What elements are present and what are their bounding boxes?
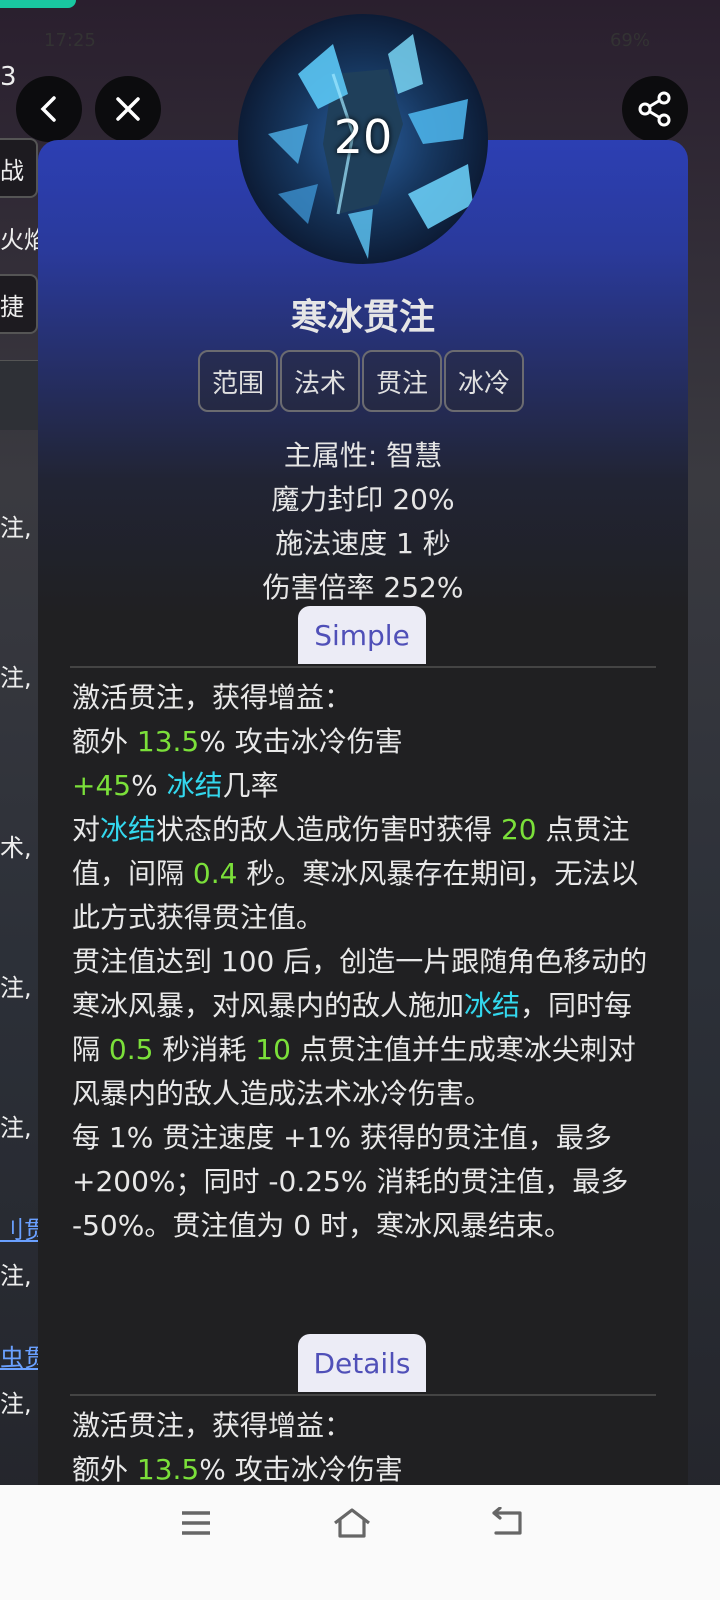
desc-line: 额外 13.5% 攻击冰冷伤害 — [72, 725, 403, 758]
home-icon — [334, 1508, 370, 1538]
skill-tag: 冰冷 — [444, 350, 524, 412]
back-nav-button[interactable] — [478, 1506, 538, 1547]
desc-paragraph: 贯注值达到 100 后，创造一片跟随角色移动的寒冰风暴，对风暴内的敌人施加冰结，… — [72, 945, 648, 1110]
sidebar-item[interactable]: 战 — [0, 138, 38, 198]
sidebar-item-label: 战 — [0, 156, 24, 185]
details-tab-button[interactable]: Details — [298, 1334, 426, 1392]
menu-button[interactable] — [166, 1507, 226, 1547]
menu-icon — [182, 1511, 210, 1535]
skill-tag: 法术 — [280, 350, 360, 412]
back-icon — [492, 1506, 522, 1535]
desc-paragraph: 对冰结状态的敌人造成伤害时获得 20 点贯注值，间隔 0.4 秒。寒冰风暴存在期… — [72, 813, 639, 934]
chevron-left-icon — [40, 96, 56, 122]
divider — [70, 666, 656, 668]
battery-level: 69% — [609, 30, 650, 51]
background-row-text: 注, — [0, 1114, 32, 1142]
stat-mana-seal: 魔力封印 20% — [271, 483, 455, 516]
share-button[interactable] — [622, 76, 688, 142]
details-description: 激活贯注，获得增益： 额外 13.5% 攻击冰冷伤害 — [72, 1404, 652, 1492]
sidebar-item[interactable]: 捷 — [0, 274, 38, 334]
back-button[interactable] — [16, 76, 82, 142]
close-button[interactable] — [95, 76, 161, 142]
system-nav-bar — [0, 1485, 720, 1600]
skill-name: 寒冰贯注 — [290, 297, 435, 338]
share-icon — [638, 91, 671, 127]
sidebar-item-label: 火焰 — [0, 226, 40, 254]
sidebar-item-label: 捷 — [0, 292, 24, 321]
close-icon — [116, 97, 140, 121]
home-button[interactable] — [322, 1507, 382, 1547]
background-row-text: 注, — [0, 514, 32, 542]
background-row-text: 注, — [0, 664, 32, 692]
simple-tab-button[interactable]: Simple — [298, 606, 426, 664]
skill-level: 20 — [333, 110, 393, 164]
background-row-text: 注, — [0, 974, 32, 1002]
background-link[interactable]: 虫贯 — [0, 1338, 40, 1373]
status-indicator — [0, 0, 76, 8]
background-row-text: 注, — [0, 1262, 32, 1290]
background-row-text: 术, — [0, 834, 32, 862]
desc-line: 激活贯注，获得增益： — [72, 1409, 353, 1442]
desc-line: 激活贯注，获得增益： — [72, 681, 353, 714]
desc-paragraph: 每 1% 贯注速度 +1% 获得的贯注值，最多 +200%；同时 -0.25% … — [72, 1121, 629, 1242]
stat-main-attr: 主属性: 智慧 — [283, 439, 443, 472]
skill-tag: 范围 — [198, 350, 278, 412]
background-row — [0, 360, 40, 430]
skill-tag: 贯注 — [362, 350, 442, 412]
status-time: 17:25 — [44, 30, 96, 51]
simple-description: 激活贯注，获得增益： 额外 13.5% 攻击冰冷伤害 +45% 冰结几率 对冰结… — [72, 676, 652, 1248]
stat-cast-speed: 施法速度 1 秒 — [275, 527, 451, 560]
background-link[interactable]: 刂贯 — [0, 1210, 40, 1245]
stat-damage-mult: 伤害倍率 252% — [262, 571, 464, 604]
background-row-text: 注, — [0, 1390, 32, 1418]
divider — [70, 1394, 656, 1396]
desc-line: +45% 冰结几率 — [72, 769, 279, 802]
skill-tags: 范围 法术 贯注 冰冷 — [198, 350, 524, 412]
